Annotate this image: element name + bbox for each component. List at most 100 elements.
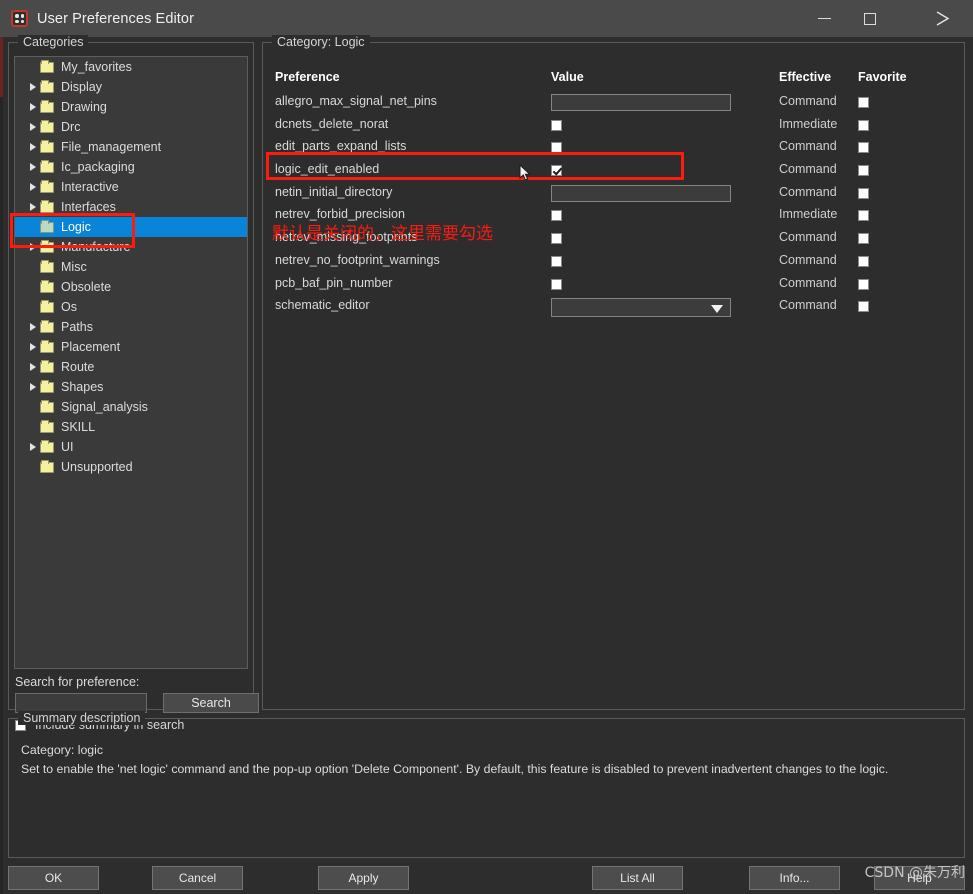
preference-value-checkbox[interactable] xyxy=(551,165,562,177)
tree-item-shapes[interactable]: Shapes xyxy=(15,377,247,397)
preference-favorite-cell[interactable] xyxy=(858,253,869,267)
ok-button[interactable]: OK xyxy=(8,866,99,890)
preference-value-cell[interactable] xyxy=(551,276,562,290)
tree-item-ic_packaging[interactable]: Ic_packaging xyxy=(15,157,247,177)
chevron-right-icon[interactable] xyxy=(25,163,40,171)
preference-favorite-checkbox[interactable] xyxy=(858,97,869,108)
maximize-button[interactable] xyxy=(847,0,893,37)
preference-row[interactable]: netin_initial_directory Command xyxy=(273,182,953,205)
tree-item-interfaces[interactable]: Interfaces xyxy=(15,197,247,217)
preference-favorite-checkbox[interactable] xyxy=(858,278,869,290)
preference-value-checkbox[interactable] xyxy=(551,278,562,290)
preference-row[interactable]: logic_edit_enabled Command xyxy=(273,159,953,182)
chevron-right-icon[interactable] xyxy=(25,143,40,151)
preference-favorite-checkbox[interactable] xyxy=(858,233,869,245)
tree-item-interactive[interactable]: Interactive xyxy=(15,177,247,197)
preference-favorite-cell[interactable] xyxy=(858,298,869,313)
close-button[interactable] xyxy=(919,0,965,37)
tree-item-manufacture[interactable]: Manufacture xyxy=(15,237,247,257)
search-input[interactable] xyxy=(15,693,147,713)
preference-value-cell[interactable] xyxy=(551,207,562,222)
tree-item-logic[interactable]: Logic xyxy=(15,217,247,237)
preference-value-checkbox[interactable] xyxy=(551,142,562,154)
cancel-button[interactable]: Cancel xyxy=(152,866,243,890)
tree-item-label: Route xyxy=(61,360,95,374)
apply-button[interactable]: Apply xyxy=(318,866,409,890)
preference-value-combobox[interactable] xyxy=(551,298,731,318)
tree-item-my_favorites[interactable]: My_favorites xyxy=(15,57,247,77)
tree-item-route[interactable]: Route xyxy=(15,357,247,377)
preference-value-textbox[interactable] xyxy=(551,184,731,202)
preference-favorite-checkbox[interactable] xyxy=(858,255,869,267)
tree-item-file_management[interactable]: File_management xyxy=(15,137,247,157)
preference-row[interactable]: schematic_editor Command xyxy=(273,295,953,318)
info-button[interactable]: Info... xyxy=(749,866,840,890)
chevron-right-icon[interactable] xyxy=(25,183,40,191)
category-tree[interactable]: My_favorites Display Drawing Drc File_manage… xyxy=(14,56,248,669)
preference-favorite-cell[interactable] xyxy=(858,139,869,154)
preference-value-cell[interactable] xyxy=(551,162,562,177)
preference-row[interactable]: edit_parts_expand_lists Command xyxy=(273,136,953,159)
preference-value-cell[interactable] xyxy=(551,139,562,154)
preference-favorite-checkbox[interactable] xyxy=(858,301,869,313)
tree-item-skill[interactable]: SKILL xyxy=(15,417,247,437)
preference-row[interactable]: netrev_no_footprint_warnings Command xyxy=(273,250,953,273)
preference-favorite-checkbox[interactable] xyxy=(858,210,869,222)
window-title: User Preferences Editor xyxy=(37,10,195,27)
preference-value-cell[interactable] xyxy=(551,230,562,245)
tree-item-unsupported[interactable]: Unsupported xyxy=(15,457,247,477)
chevron-right-icon[interactable] xyxy=(25,323,40,331)
preference-favorite-checkbox[interactable] xyxy=(858,187,869,199)
chevron-right-icon[interactable] xyxy=(25,243,40,251)
search-button[interactable]: Search xyxy=(163,693,259,713)
preference-row[interactable]: allegro_max_signal_net_pins Command xyxy=(273,91,953,114)
tree-item-os[interactable]: Os xyxy=(15,297,247,317)
tree-item-display[interactable]: Display xyxy=(15,77,247,97)
preference-value-cell[interactable] xyxy=(551,94,731,111)
tree-item-label: Drc xyxy=(61,120,81,134)
list-all-button[interactable]: List All xyxy=(592,866,683,890)
preference-value-cell[interactable] xyxy=(551,298,731,318)
preference-favorite-cell[interactable] xyxy=(858,162,869,177)
chevron-right-icon[interactable] xyxy=(25,443,40,451)
preference-favorite-cell[interactable] xyxy=(858,230,869,245)
preference-value-checkbox[interactable] xyxy=(551,233,562,245)
preference-favorite-cell[interactable] xyxy=(858,94,869,108)
chevron-right-icon[interactable] xyxy=(25,343,40,351)
preference-favorite-checkbox[interactable] xyxy=(858,142,869,154)
chevron-right-icon[interactable] xyxy=(25,203,40,211)
preference-favorite-cell[interactable] xyxy=(858,207,869,222)
minimize-button[interactable] xyxy=(801,0,847,37)
tree-item-ui[interactable]: UI xyxy=(15,437,247,457)
preference-favorite-cell[interactable] xyxy=(858,276,869,290)
preference-value-checkbox[interactable] xyxy=(551,255,562,267)
preference-favorite-checkbox[interactable] xyxy=(858,119,869,131)
tree-item-placement[interactable]: Placement xyxy=(15,337,247,357)
preference-value-textbox[interactable] xyxy=(551,94,731,111)
tree-item-paths[interactable]: Paths xyxy=(15,317,247,337)
tree-item-drc[interactable]: Drc xyxy=(15,117,247,137)
preference-favorite-cell[interactable] xyxy=(858,117,869,131)
preference-value-checkbox[interactable] xyxy=(551,210,562,222)
tree-item-signal_analysis[interactable]: Signal_analysis xyxy=(15,397,247,417)
preference-row[interactable]: dcnets_delete_norat Immediate xyxy=(273,114,953,137)
categories-legend: Categories xyxy=(18,35,89,49)
chevron-right-icon[interactable] xyxy=(25,363,40,371)
preference-favorite-checkbox[interactable] xyxy=(858,165,869,177)
preference-value-cell[interactable] xyxy=(551,184,731,202)
chevron-right-icon[interactable] xyxy=(25,83,40,91)
chevron-right-icon[interactable] xyxy=(25,383,40,391)
chevron-right-icon[interactable] xyxy=(25,123,40,131)
mouse-cursor-icon xyxy=(519,164,531,181)
preference-favorite-cell[interactable] xyxy=(858,185,869,199)
preference-row[interactable]: pcb_baf_pin_number Command xyxy=(273,273,953,296)
chevron-right-icon[interactable] xyxy=(25,103,40,111)
tree-item-drawing[interactable]: Drawing xyxy=(15,97,247,117)
preference-value-checkbox[interactable] xyxy=(551,119,562,131)
title-bar: User Preferences Editor xyxy=(0,0,973,37)
tree-item-obsolete[interactable]: Obsolete xyxy=(15,277,247,297)
preference-value-cell[interactable] xyxy=(551,117,562,131)
preference-value-cell[interactable] xyxy=(551,253,562,267)
tree-item-misc[interactable]: Misc xyxy=(15,257,247,277)
folder-icon xyxy=(40,379,54,393)
